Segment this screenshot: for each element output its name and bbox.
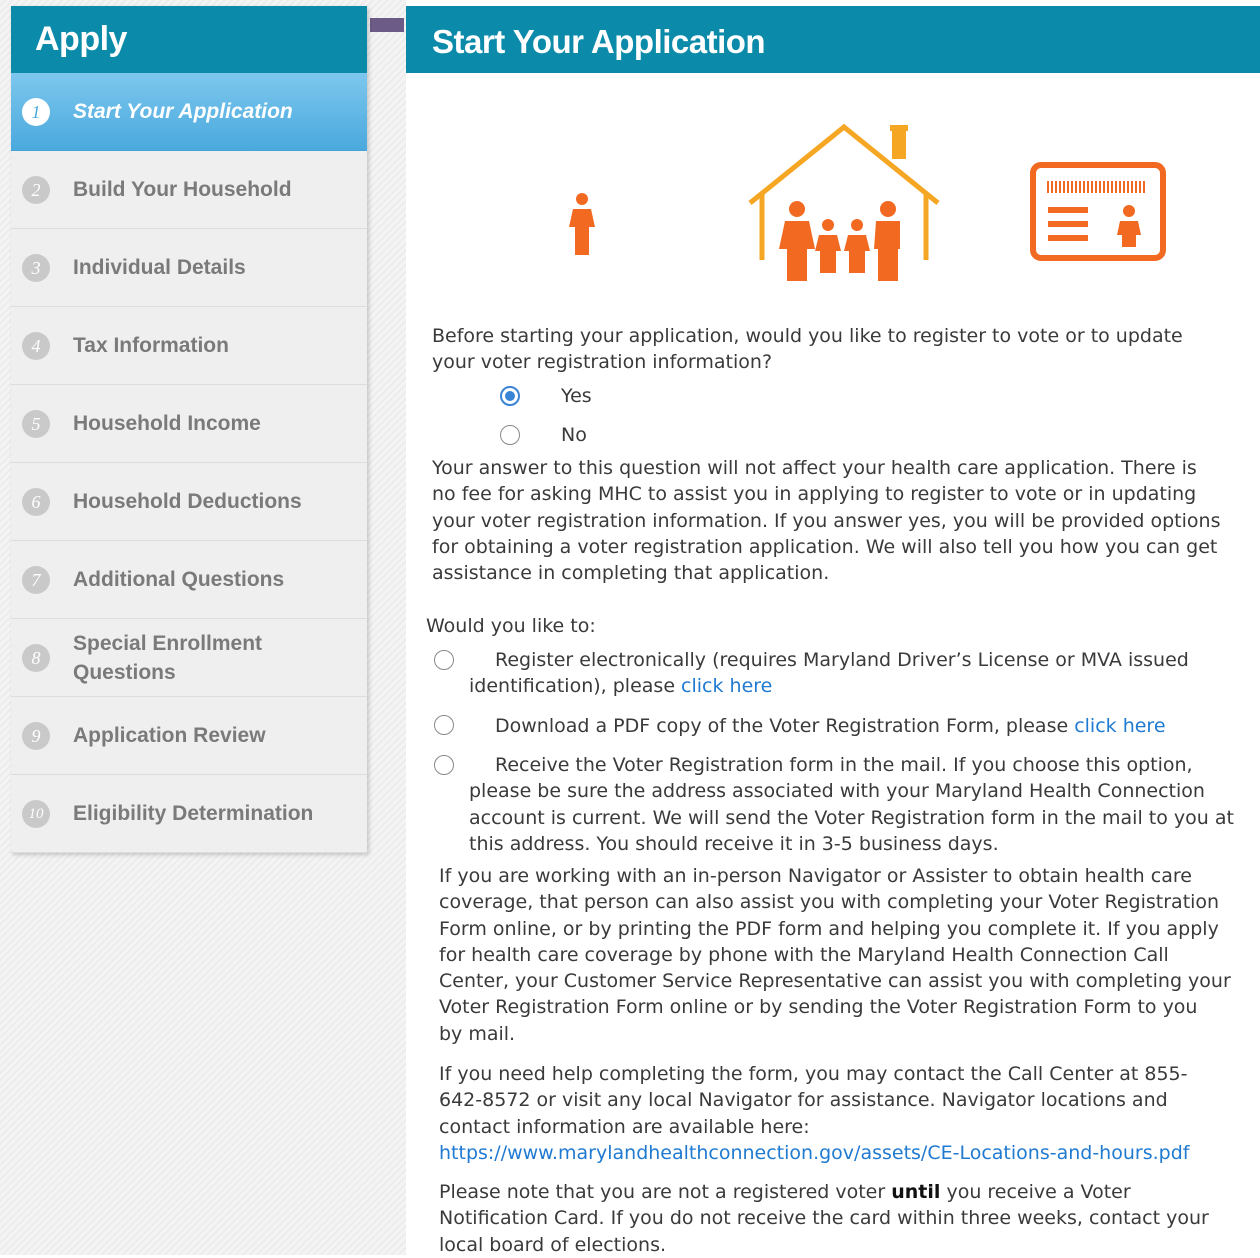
navigator-line: If you are working with an in-person Nav… — [439, 865, 1192, 887]
option-text: Register electronically (requires Maryla… — [495, 649, 1189, 671]
step-number-badge: 4 — [22, 331, 50, 360]
step-individual-details[interactable]: 3 Individual Details — [11, 229, 367, 307]
sidebar-title: Apply — [11, 6, 367, 73]
option-text: identification), please — [469, 675, 682, 698]
navigator-line: Center, your Customer Service Representa… — [439, 970, 1231, 993]
option-text: Receive the Voter Registration form in t… — [495, 754, 1193, 776]
voter-illustration — [569, 123, 1166, 281]
step-label: Build Your Household — [73, 178, 292, 201]
step-application-review[interactable]: 9 Application Review — [11, 697, 367, 775]
option-register-electronically: Register electronically (requires Maryla… — [469, 647, 1189, 700]
option-text: Download a PDF copy of the Voter Registr… — [495, 715, 1075, 737]
option-download-pdf: Download a PDF copy of the Voter Registr… — [495, 713, 1166, 739]
navigator-line: for health care coverage by phone with t… — [439, 943, 1169, 966]
step-household-income[interactable]: 5 Household Income — [11, 385, 367, 463]
note-text: Please note that you are not a registere… — [439, 1181, 892, 1203]
disclaimer-text: Your answer to this question will not af… — [432, 455, 1220, 586]
help-line: contact information are available here: — [439, 1115, 810, 1138]
option-receive-by-mail: Receive the Voter Registration form in t… — [469, 752, 1234, 857]
step-label: Additional Questions — [73, 568, 285, 591]
person-icon — [569, 193, 595, 255]
step-label: Individual Details — [73, 256, 246, 279]
yes-radio[interactable] — [500, 386, 520, 406]
step-number-badge: 9 — [22, 721, 50, 750]
step-label: Tax Information — [73, 334, 229, 357]
help-text: If you need help completing the form, yo… — [439, 1061, 1189, 1166]
no-label[interactable]: No — [561, 422, 587, 448]
navigator-line: by mail. — [439, 1022, 516, 1045]
step-number-badge: 6 — [22, 487, 50, 516]
disclaimer-line: no fee for asking MHC to assist you in a… — [432, 483, 1197, 506]
navigator-text: If you are working with an in-person Nav… — [439, 863, 1231, 1047]
step-sidebar: Apply 1 Start Your Application 2 Build Y… — [11, 6, 367, 853]
voter-question-line: your voter registration information? — [432, 351, 773, 374]
help-line: 642-8572 or visit any local Navigator fo… — [439, 1089, 1168, 1112]
note-text: Notification Card. If you do not receive… — [439, 1207, 1209, 1230]
step-special-enrollment-questions[interactable]: 8 Special Enrollment Questions — [11, 619, 367, 697]
note-text: local board of elections. — [439, 1233, 667, 1256]
voter-question-line: Before starting your application, would … — [432, 325, 1183, 347]
step-label: Eligibility Determination — [73, 802, 314, 825]
step-label: Application Review — [73, 724, 266, 747]
disclaimer-line: your voter registration information. If … — [432, 509, 1221, 532]
option-text: account is current. We will send the Vot… — [469, 806, 1234, 829]
option-text: please be sure the address associated wi… — [469, 780, 1205, 803]
navigator-line: coverage, that person can also assist yo… — [439, 891, 1220, 914]
voter-card-icon — [1030, 162, 1166, 261]
step-start-your-application[interactable]: 1 Start Your Application — [11, 73, 367, 151]
note-text: you receive a Voter — [940, 1181, 1131, 1203]
download-pdf-link[interactable]: click here — [1074, 715, 1165, 737]
disclaimer-line: assistance in completing that applicatio… — [432, 562, 830, 585]
step-build-your-household[interactable]: 2 Build Your Household — [11, 151, 367, 229]
disclaimer-line: for obtaining a voter registration appli… — [432, 535, 1218, 558]
step-label: Start Your Application — [73, 100, 293, 123]
step-number-badge: 7 — [22, 565, 50, 594]
step-tax-information[interactable]: 4 Tax Information — [11, 307, 367, 385]
step-number-badge: 1 — [22, 97, 50, 126]
collapse-tab[interactable] — [370, 18, 404, 32]
step-label: Household Income — [73, 412, 261, 435]
navigator-line: Voter Registration Form online or by sen… — [439, 996, 1198, 1019]
register-electronically-link[interactable]: click here — [681, 675, 772, 697]
voter-question: Before starting your application, would … — [432, 323, 1183, 376]
step-additional-questions[interactable]: 7 Additional Questions — [11, 541, 367, 619]
note-emphasis: until — [891, 1181, 941, 1203]
step-number-badge: 3 — [22, 253, 50, 282]
step-label: Household Deductions — [73, 490, 302, 513]
page-title: Start Your Application — [406, 6, 1260, 73]
step-number-badge: 10 — [22, 799, 50, 828]
navigator-line: Form online, or by printing the PDF form… — [439, 917, 1219, 940]
family-house-icon — [748, 123, 940, 260]
receive-by-mail-radio[interactable] — [434, 755, 454, 775]
step-eligibility-determination[interactable]: 10 Eligibility Determination — [11, 775, 367, 853]
step-number-badge: 2 — [22, 175, 50, 204]
yes-label[interactable]: Yes — [561, 383, 592, 409]
navigator-locations-link[interactable]: https://www.marylandhealthconnection.gov… — [439, 1142, 1189, 1164]
disclaimer-line: Your answer to this question will not af… — [432, 457, 1197, 479]
option-text: this address. You should receive it in 3… — [469, 832, 999, 855]
download-pdf-radio[interactable] — [434, 715, 454, 735]
step-number-badge: 8 — [22, 643, 50, 672]
step-household-deductions[interactable]: 6 Household Deductions — [11, 463, 367, 541]
would-you-like-label: Would you like to: — [426, 615, 596, 637]
step-label: Special Enrollment Questions — [73, 631, 263, 684]
register-electronically-radio[interactable] — [434, 650, 454, 670]
help-line: If you need help completing the form, yo… — [439, 1063, 1188, 1085]
step-number-badge: 5 — [22, 409, 50, 438]
no-radio[interactable] — [500, 425, 520, 445]
registration-note: Please note that you are not a registere… — [439, 1179, 1209, 1258]
